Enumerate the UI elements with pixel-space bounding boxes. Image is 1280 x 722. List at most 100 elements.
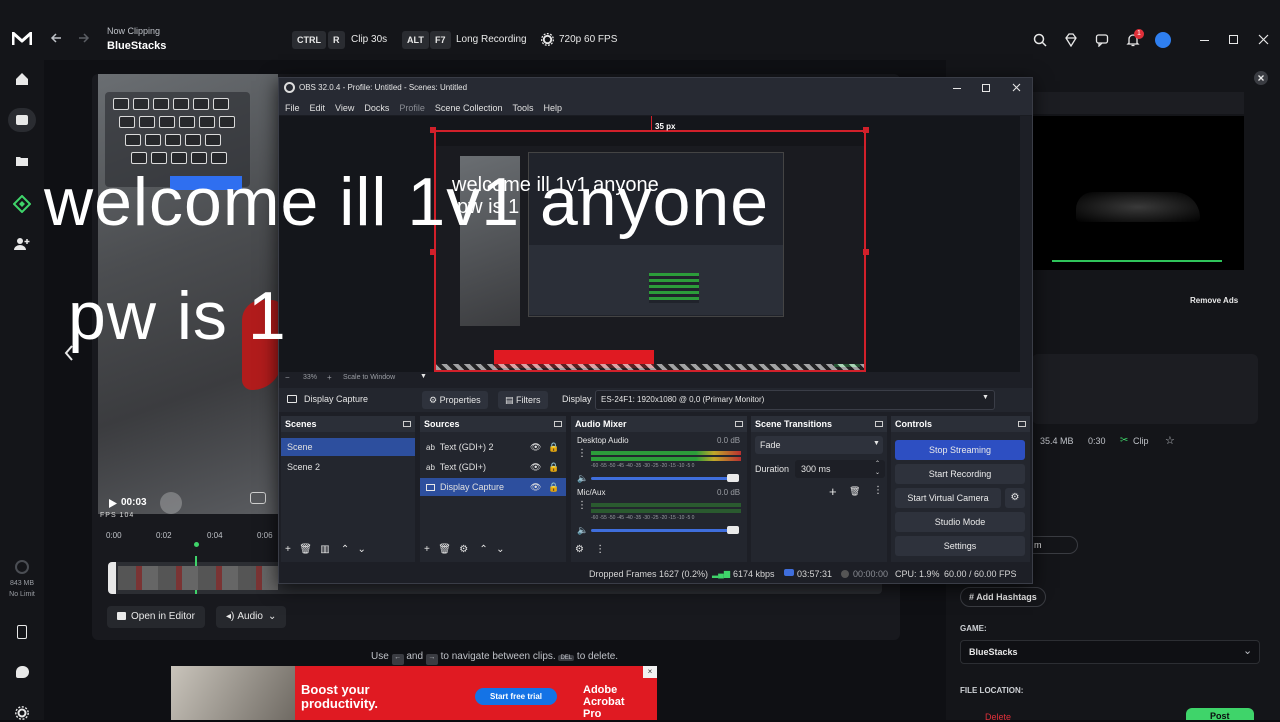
volume-icon[interactable]	[160, 492, 182, 514]
move-down-icon[interactable]: ⌄	[358, 544, 366, 555]
dock-popout-icon[interactable]	[735, 421, 743, 427]
filter-icon[interactable]: ▥	[320, 544, 329, 555]
scene-item[interactable]: Scene	[281, 438, 415, 456]
panel-close-icon[interactable]	[1254, 71, 1268, 85]
menu-docks[interactable]: Docks	[364, 99, 389, 117]
screenshot-icon[interactable]	[250, 492, 266, 504]
menu-profile[interactable]: Profile	[399, 99, 425, 117]
obs-window[interactable]: OBS 32.0.4 - Profile: Untitled - Scenes:…	[278, 77, 1033, 584]
menu-scene-collection[interactable]: Scene Collection	[435, 99, 503, 117]
lock-icon[interactable]: 🔒	[548, 458, 559, 476]
menu-view[interactable]: View	[335, 99, 354, 117]
dock-popout-icon[interactable]	[403, 421, 411, 427]
transform-handle[interactable]	[430, 249, 436, 255]
settings-icon[interactable]	[15, 706, 29, 720]
source-item[interactable]: ab Text (GDI+) 2 👁 🔒	[420, 438, 566, 456]
delete-button[interactable]: Delete	[985, 712, 1011, 722]
zoom-out-icon[interactable]: −	[285, 373, 290, 382]
volume-slider-knob[interactable]	[727, 526, 739, 534]
scale-mode[interactable]: Scale to Window	[343, 374, 395, 381]
transform-handle[interactable]	[430, 127, 436, 133]
help-icon[interactable]	[16, 666, 29, 678]
kebab-menu-icon[interactable]: ⋮	[595, 544, 605, 555]
eye-icon[interactable]: 👁	[530, 438, 541, 456]
obs-title-bar[interactable]: OBS 32.0.4 - Profile: Untitled - Scenes:…	[279, 78, 1032, 98]
transform-handle[interactable]	[863, 249, 869, 255]
transition-select[interactable]: Fade ▼	[755, 436, 883, 454]
duration-spinbox[interactable]: 300 ms ⌃ ⌄	[795, 460, 885, 478]
volume-slider[interactable]	[591, 477, 739, 480]
spin-down-icon[interactable]: ⌄	[875, 469, 880, 476]
maximize-icon[interactable]	[1229, 35, 1238, 44]
search-icon[interactable]	[1033, 33, 1047, 47]
remove-transition-icon[interactable]: 🗑	[849, 486, 860, 497]
source-item[interactable]: Display Capture 👁 🔒	[420, 478, 566, 496]
open-in-editor-button[interactable]: Open in Editor	[107, 606, 205, 628]
avatar[interactable]	[1155, 32, 1171, 48]
scale-dropdown-icon[interactable]: ▼	[420, 373, 427, 380]
timeline-handle-left[interactable]	[108, 562, 116, 594]
phone-icon[interactable]	[17, 625, 27, 639]
ad-banner[interactable]: Boost your productivity. Start free tria…	[171, 666, 657, 720]
menu-help[interactable]: Help	[543, 99, 562, 117]
ad-cta-button[interactable]: Start free trial	[475, 688, 557, 705]
move-down-icon[interactable]: ⌄	[496, 544, 504, 555]
add-icon[interactable]: +	[285, 544, 291, 555]
properties-button[interactable]: ⚙ Properties	[422, 391, 488, 409]
playhead-marker[interactable]	[194, 542, 199, 547]
trash-icon[interactable]: 🗑	[438, 544, 451, 555]
eye-icon[interactable]: 👁	[530, 478, 541, 496]
dock-popout-icon[interactable]	[1018, 421, 1026, 427]
add-hashtags-button[interactable]: # Add Hashtags	[960, 587, 1046, 607]
display-select[interactable]: ES-24F1: 1920x1080 @ 0,0 (Primary Monito…	[595, 390, 995, 410]
sidebar-ad[interactable]	[1032, 116, 1244, 270]
filters-button[interactable]: ▤ Filters	[498, 391, 548, 409]
ad-close-icon[interactable]: ×	[643, 666, 657, 678]
studio-mode-button[interactable]: Studio Mode	[895, 512, 1025, 532]
menu-edit[interactable]: Edit	[310, 99, 326, 117]
source-item[interactable]: ab Text (GDI+) 👁 🔒	[420, 458, 566, 476]
game-select[interactable]: BlueStacks ⌄	[960, 640, 1260, 664]
zoom-in-icon[interactable]: +	[327, 373, 332, 382]
audio-dropdown[interactable]: ◂) Audio ⌄	[216, 606, 287, 628]
eye-icon[interactable]: 👁	[530, 458, 541, 476]
quality-label[interactable]: 720p 60 FPS	[559, 31, 617, 49]
kebab-menu-icon[interactable]: ⋮	[873, 485, 883, 496]
obs-maximize-icon[interactable]	[982, 84, 990, 92]
folder-icon[interactable]	[15, 155, 29, 167]
obs-close-icon[interactable]	[1012, 83, 1021, 92]
gear-icon[interactable]	[541, 33, 554, 46]
diamond-icon[interactable]	[1064, 33, 1078, 47]
menu-file[interactable]: File	[285, 99, 300, 117]
post-button[interactable]: Post	[1186, 708, 1254, 721]
stop-streaming-button[interactable]: Stop Streaming	[895, 440, 1025, 460]
gear-icon[interactable]: ⚙	[459, 544, 468, 555]
add-transition-icon[interactable]: +	[829, 484, 837, 499]
forward-arrow-icon[interactable]	[78, 32, 90, 44]
back-arrow-icon[interactable]	[50, 32, 62, 44]
start-recording-button[interactable]: Start Recording	[895, 464, 1025, 484]
scene-item[interactable]: Scene 2	[281, 458, 415, 476]
preview-scrollbar[interactable]	[1020, 116, 1032, 372]
add-friend-icon[interactable]	[14, 237, 30, 251]
kebab-menu-icon[interactable]: ⋮	[577, 448, 587, 459]
start-virtual-camera-button[interactable]: Start Virtual Camera	[895, 488, 1001, 508]
settings-button[interactable]: Settings	[895, 536, 1025, 556]
kebab-menu-icon[interactable]: ⋮	[577, 500, 587, 511]
volume-slider-knob[interactable]	[727, 474, 739, 482]
obs-minimize-icon[interactable]	[953, 88, 961, 89]
medal-diamond-icon[interactable]	[13, 195, 31, 213]
mute-speaker-icon[interactable]: 🔈	[577, 525, 588, 536]
title-card[interactable]	[1032, 354, 1258, 424]
minimize-icon[interactable]	[1200, 40, 1209, 41]
trash-icon[interactable]: 🗑	[299, 544, 312, 555]
remove-ads-link[interactable]: Remove Ads	[1190, 296, 1238, 305]
advanced-audio-icon[interactable]: ⚙	[575, 544, 584, 555]
mute-speaker-icon[interactable]: 🔈	[577, 473, 588, 484]
move-up-icon[interactable]: ⌃	[479, 544, 487, 555]
transform-handle[interactable]	[863, 127, 869, 133]
dock-popout-icon[interactable]	[875, 421, 883, 427]
obs-preview[interactable]: 35 px welcome ill 1v1 anyone pw is 1	[279, 116, 1032, 372]
dock-popout-icon[interactable]	[554, 421, 562, 427]
medal-logo-icon[interactable]	[12, 32, 32, 46]
